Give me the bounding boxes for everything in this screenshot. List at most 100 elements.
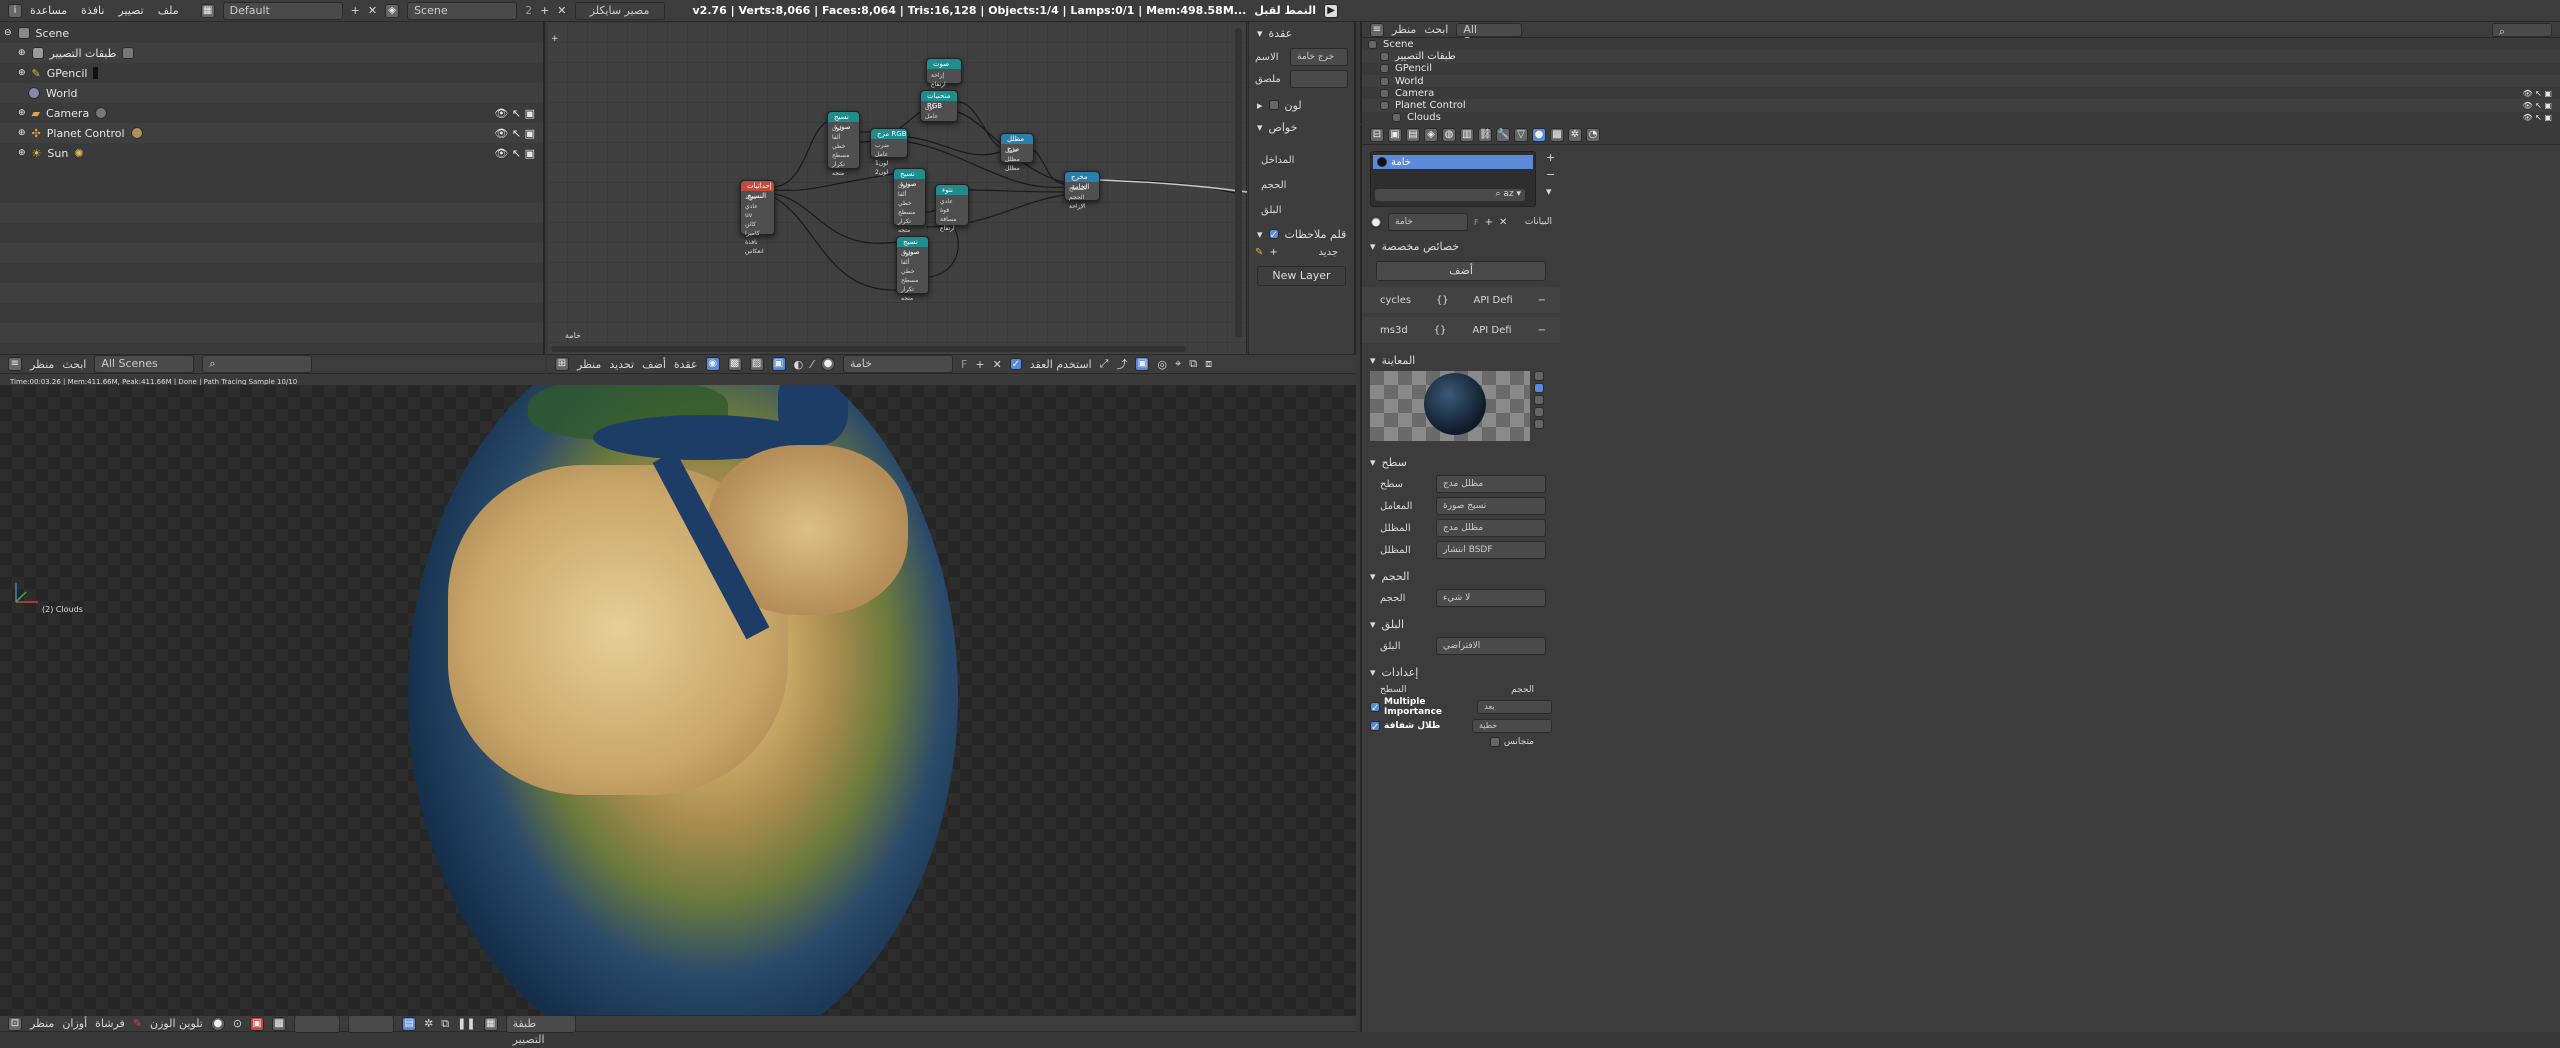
material-field[interactable]: خامة [843, 355, 954, 373]
menu-add[interactable]: أضف [642, 358, 666, 371]
visibility-icons[interactable]: 👁 ↖ ▣ [2522, 101, 2552, 110]
object-shader-icon[interactable]: ▣ [771, 357, 786, 371]
data-tab-icon[interactable]: ▽ [1514, 127, 1528, 142]
grease-checkbox[interactable]: ✓ [1268, 229, 1279, 241]
layer-buttons-2[interactable] [348, 1014, 395, 1033]
node-panel-header[interactable]: ▾ عقدة [1249, 22, 1354, 44]
scene-field[interactable]: Scene [407, 1, 518, 20]
shader-node[interactable]: منحنيات RGB لون عامل [920, 90, 958, 122]
layer-buttons-1[interactable] [294, 1014, 341, 1033]
copy-icon[interactable]: ⧉ [1189, 357, 1197, 371]
shader-node[interactable]: مظلل مزج عامل مظلل مظلل [1000, 133, 1034, 172]
outliner-item-sun[interactable]: ⊕ ☀ Sun ✺ 👁 ↖ ▣ [0, 143, 543, 163]
volume-sampling-select[interactable]: يعد [1477, 700, 1552, 714]
pivot-icon[interactable]: ⊙ [233, 1017, 242, 1030]
preview-hair-icon[interactable] [1534, 419, 1544, 429]
outliner-right-search[interactable]: ⌕ [2492, 22, 2552, 38]
slot-specials-icon[interactable]: ▾ [1546, 185, 1555, 198]
layout-icon[interactable]: ▦ [200, 3, 215, 18]
grease-pencil-panel-header[interactable]: ▾ ✓ قلم ملاحظات [1249, 223, 1354, 245]
shader-node[interactable]: إحداثيات النسيج مولد عادي uv كائن كاميرا نافذة… [740, 180, 775, 255]
material-filter[interactable]: ⌕ az ▾ [1375, 189, 1525, 201]
texture-tab-icon[interactable]: ▩ [1550, 127, 1564, 142]
texture-nodes-icon[interactable]: ▩ [727, 357, 742, 371]
material-slot-list[interactable]: خامة ⌕ az ▾ [1370, 151, 1536, 207]
properties-panel-header[interactable]: ▾ خواص [1249, 116, 1354, 138]
preview-monkey-icon[interactable] [1534, 407, 1544, 417]
vertex-mask-icon[interactable]: ▩ [272, 1016, 287, 1031]
pause-icon[interactable]: ❚❚ [457, 1017, 475, 1030]
display-mode-field[interactable]: All Scenes [1456, 22, 1523, 47]
menu-view[interactable]: منظر [30, 358, 54, 371]
custom-props-header[interactable]: ▾ خصائص مخصصة [1362, 235, 1560, 257]
node-editor-vscroll[interactable] [1235, 28, 1242, 338]
material-slot-item[interactable]: خامة [1373, 155, 1533, 169]
menu-search[interactable]: ابحث [62, 358, 86, 371]
shader-node[interactable]: مزج RGB ضرب عامل لون1 لون2 [870, 128, 908, 176]
shader2-select[interactable]: انتشار BSDF [1436, 541, 1546, 559]
material-new-icon[interactable]: + [1485, 217, 1493, 228]
visibility-icons[interactable]: 👁 ↖ ▣ [2522, 89, 2552, 98]
menu-help[interactable]: مساعدة [30, 4, 67, 17]
snap-icon[interactable]: ⤢ [1100, 357, 1109, 371]
menu-select[interactable]: تحديد [609, 358, 634, 371]
editor-type-icon[interactable]: ⊟ [1370, 127, 1384, 142]
visibility-icons[interactable]: 👁 ↖ ▣ [494, 127, 535, 140]
outliner-item[interactable]: Scene [1362, 38, 2560, 51]
render-viewport[interactable]: (2) Clouds [0, 385, 1356, 1015]
volume-header[interactable]: ▾ الحجم [1362, 565, 1560, 587]
snap-element-icon[interactable]: ◎ [1157, 358, 1167, 371]
factor-select[interactable]: نسيج صورة [1436, 497, 1546, 515]
menu-render[interactable]: تصيير [118, 4, 143, 17]
outliner-item-world[interactable]: World [0, 83, 543, 103]
mode-selector[interactable]: تلوين الوزن [150, 1017, 203, 1030]
shader-nodes-icon[interactable]: ◉ [705, 357, 720, 371]
visibility-icons[interactable]: 👁 ↖ ▣ [494, 107, 535, 120]
volume-select[interactable]: لا شيء [1436, 589, 1546, 607]
menu-window[interactable]: نافذة [81, 4, 104, 17]
outliner-search-input[interactable]: ⌕ [202, 355, 313, 373]
displacement-header[interactable]: ▾ البلق [1362, 613, 1560, 635]
outliner-item[interactable]: GPencil [1362, 62, 2560, 75]
local-view-icon[interactable]: ▤ [402, 1016, 417, 1031]
menu-view[interactable]: منظر [577, 358, 601, 371]
outliner-item[interactable]: Clouds 👁 ↖ ▣ [1362, 111, 2560, 124]
material-name-field[interactable]: خامة [1388, 213, 1468, 231]
menu-weights[interactable]: أوزان [62, 1017, 87, 1030]
render-anim-icon[interactable]: ⧉ [441, 1017, 449, 1031]
visibility-icons[interactable]: 👁 ↖ ▣ [2522, 113, 2552, 122]
world-tab-icon[interactable]: ◍ [1442, 127, 1456, 142]
modifiers-tab-icon[interactable]: 🔧 [1496, 127, 1510, 142]
node-editor-hscroll[interactable] [551, 346, 1186, 352]
add-icon[interactable]: + [1269, 247, 1277, 258]
shader-node[interactable]: نسيج صورة لون ألفا خطي مسطح تكرار متجه [893, 168, 926, 234]
color-checkbox[interactable] [1268, 100, 1279, 110]
paste-icon[interactable]: ⧈ [1205, 357, 1212, 371]
link-data-label[interactable]: البيانات [1525, 217, 1552, 227]
display-mode-field[interactable]: All Scenes [94, 355, 195, 373]
shader-node[interactable]: صوت إزاحة ارتفاع [926, 58, 962, 88]
use-nodes-checkbox[interactable]: ✓ [1009, 358, 1022, 370]
render-layer-button[interactable]: طبقة التصيير [505, 1014, 576, 1046]
displacement-select[interactable]: الافتراضي [1436, 637, 1546, 655]
node-editor[interactable]: + إحداثيات النسيج مولد عادي uv كائن كاميرا ناف… [547, 22, 1247, 354]
particles-tab-icon[interactable]: ✲ [1568, 127, 1582, 142]
render-icon[interactable]: ✲ [424, 1017, 433, 1030]
outliner-item-scene[interactable]: ⊖ Scene [0, 23, 543, 43]
remove-property-icon[interactable]: − [1538, 325, 1546, 336]
surface-shader-select[interactable]: مظلل مدج [1436, 475, 1546, 493]
physics-tab-icon[interactable]: ◔ [1586, 127, 1600, 142]
node-label-input[interactable] [1290, 70, 1348, 88]
outliner-item-camera[interactable]: ⊕ ▰ Camera 👁 ↖ ▣ [0, 103, 543, 123]
render-engine[interactable]: مصير سايكلز [574, 1, 665, 20]
color-panel-header[interactable]: ▸ لون [1249, 94, 1354, 116]
menu-brush[interactable]: فرشاة [95, 1017, 125, 1030]
line-style-icon[interactable]: ⁄ [811, 358, 813, 371]
shader-node[interactable]: نتوء عادي قوة مسافة ارتفاع [935, 184, 969, 232]
new-gpencil-button[interactable]: جديد [1319, 247, 1338, 258]
multiple-importance-checkbox[interactable]: ✓ [1370, 702, 1380, 714]
render-tab-icon[interactable]: ▣ [1388, 127, 1402, 142]
shader-node[interactable]: نسيج صورة لون ألفا خطي مسطح تكرار متجه [896, 236, 929, 302]
constraints-tab-icon[interactable]: ⛓ [1478, 127, 1492, 142]
render-layers-tab-icon[interactable]: ▤ [1406, 127, 1420, 142]
